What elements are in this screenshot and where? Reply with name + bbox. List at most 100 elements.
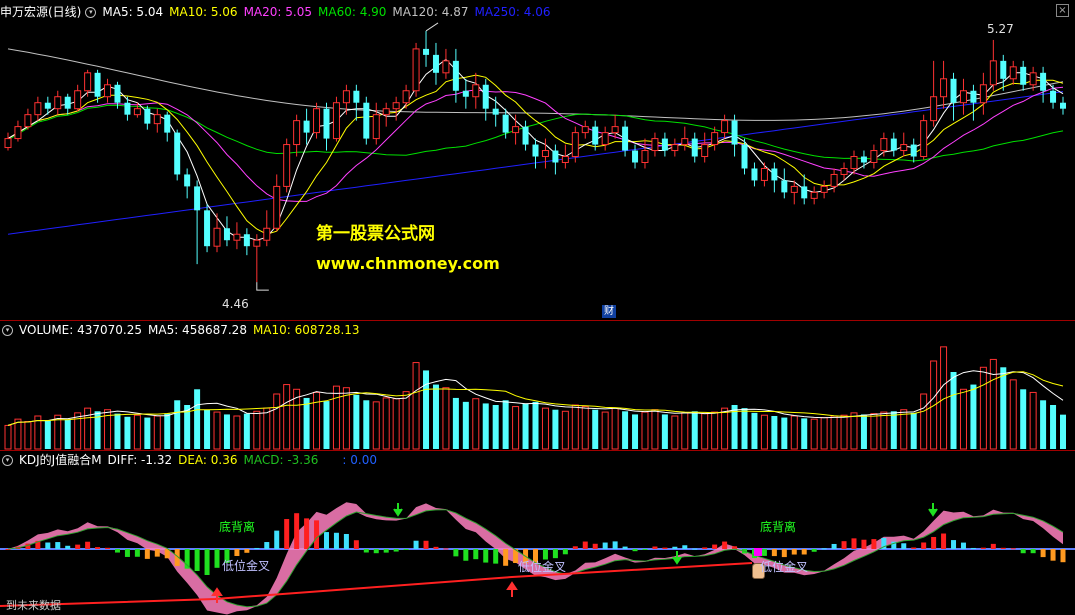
candle-body	[34, 102, 42, 116]
volume-bar	[502, 400, 509, 449]
volume-bar	[24, 421, 32, 450]
candle-body	[144, 108, 151, 124]
settings-circle-icon[interactable]: ▾	[85, 7, 97, 18]
indicator-settings-icon[interactable]: ▾	[2, 455, 13, 466]
volume-bar	[174, 400, 181, 449]
macd-bar	[592, 543, 598, 549]
candle-body	[541, 150, 549, 158]
macd-bar	[602, 542, 608, 549]
candle-body	[313, 108, 321, 134]
volume-bar	[721, 407, 729, 450]
candle-body	[213, 227, 221, 247]
macd-bar	[433, 546, 439, 549]
volume-bar	[323, 401, 330, 449]
candle-body	[482, 84, 489, 109]
candle-body	[771, 168, 778, 181]
candle-body	[293, 120, 301, 146]
arrow-up-icon	[506, 581, 518, 597]
volume-bar	[423, 370, 430, 449]
high-marker	[425, 22, 439, 32]
volume-bar	[133, 414, 141, 450]
volume-header: ▾ VOLUME: 437070.25 MA5: 458687.28 MA10: 60…	[0, 321, 366, 339]
volume-bar	[44, 420, 51, 449]
candle-body	[1000, 60, 1007, 79]
arrow-down-icon	[928, 503, 938, 517]
candle-body	[910, 144, 917, 157]
volume-bar	[561, 410, 569, 450]
indicator-title: KDJ的J值融合M	[19, 453, 102, 467]
candle-body	[124, 102, 131, 115]
indicator-chart[interactable]	[0, 451, 1075, 615]
volume-bar	[910, 412, 917, 449]
ma20-label: MA20: 5.05	[243, 5, 312, 19]
volume-bar	[701, 413, 709, 450]
volume-bar	[124, 416, 131, 449]
volume-settings-icon[interactable]: ▾	[2, 325, 13, 336]
volume-bar	[771, 416, 778, 449]
macd-bar	[134, 549, 140, 557]
volume-bar	[601, 411, 609, 450]
candle-body	[54, 96, 62, 110]
macd-bar	[622, 546, 628, 549]
volume-bar	[442, 387, 450, 450]
volume-chart[interactable]	[0, 321, 1075, 450]
macd-bar	[304, 518, 310, 549]
volume-bar	[979, 366, 987, 450]
ma5-label: MA5: 5.04	[102, 5, 164, 19]
volume-bar	[332, 385, 340, 450]
price-panel[interactable]: 申万宏源(日线) ▾ MA5: 5.04 MA10: 5.06 MA20: 5.05 MA…	[0, 0, 1075, 320]
volume-bar	[870, 413, 878, 450]
candle-body	[263, 227, 271, 241]
volume-bar	[114, 413, 121, 449]
volume-bar	[860, 414, 867, 449]
volume-ma10: MA10: 608728.13	[252, 323, 360, 337]
macd-bar	[811, 549, 817, 552]
top-divergence-label-2: 底背离	[760, 520, 797, 534]
candle-body	[731, 120, 738, 145]
watermark-url: www.chnmoney.com	[316, 254, 500, 273]
volume-panel[interactable]: ▾ VOLUME: 437070.25 MA5: 458687.28 MA10: 60…	[0, 321, 1075, 450]
candle-body	[153, 114, 161, 125]
volume-bar	[4, 424, 12, 450]
macd-bar	[781, 549, 787, 558]
macd-bar	[194, 549, 200, 572]
volume-bar	[1060, 414, 1066, 449]
cai-marker[interactable]: 财	[602, 305, 616, 318]
candle-body	[940, 78, 948, 98]
candle-body	[950, 78, 957, 103]
indicator-panel[interactable]: ▾ KDJ的J值融合M DIFF: -1.32 DEA: 0.36 MACD: -3.3…	[0, 451, 1075, 615]
macd-bar	[373, 549, 379, 554]
volume-bar	[412, 362, 420, 450]
volume-bar	[64, 419, 71, 449]
volume-bar	[801, 418, 808, 449]
volume-bar	[552, 409, 559, 449]
macd-bar	[921, 542, 927, 549]
candle-body	[303, 120, 310, 133]
volume-bar	[830, 415, 838, 450]
volume-bar	[153, 415, 161, 450]
macd-bar	[493, 549, 499, 564]
candle-body	[412, 48, 420, 92]
price-chart[interactable]	[0, 0, 1075, 320]
macd-bar	[114, 549, 120, 553]
candle-body	[14, 126, 22, 140]
volume-bar	[741, 408, 748, 449]
macd-bar	[831, 543, 837, 549]
volume-bar	[452, 397, 459, 449]
candle-body	[323, 108, 330, 139]
macd-bar	[144, 549, 150, 559]
volume-bar	[402, 391, 410, 450]
candle-body	[810, 191, 818, 199]
volume-bar	[1020, 389, 1027, 449]
volume-bar	[1029, 391, 1037, 450]
volume-bar	[611, 407, 619, 450]
volume-bar	[1000, 367, 1007, 449]
diff-label: DIFF: -1.32	[107, 453, 173, 467]
volume-bar	[84, 407, 92, 450]
candle-body	[194, 186, 201, 211]
macd-bar	[801, 549, 807, 555]
volume-bar	[950, 372, 957, 449]
macd-bar	[722, 541, 728, 549]
macd-bar	[443, 548, 449, 550]
macd-bar	[65, 545, 71, 549]
